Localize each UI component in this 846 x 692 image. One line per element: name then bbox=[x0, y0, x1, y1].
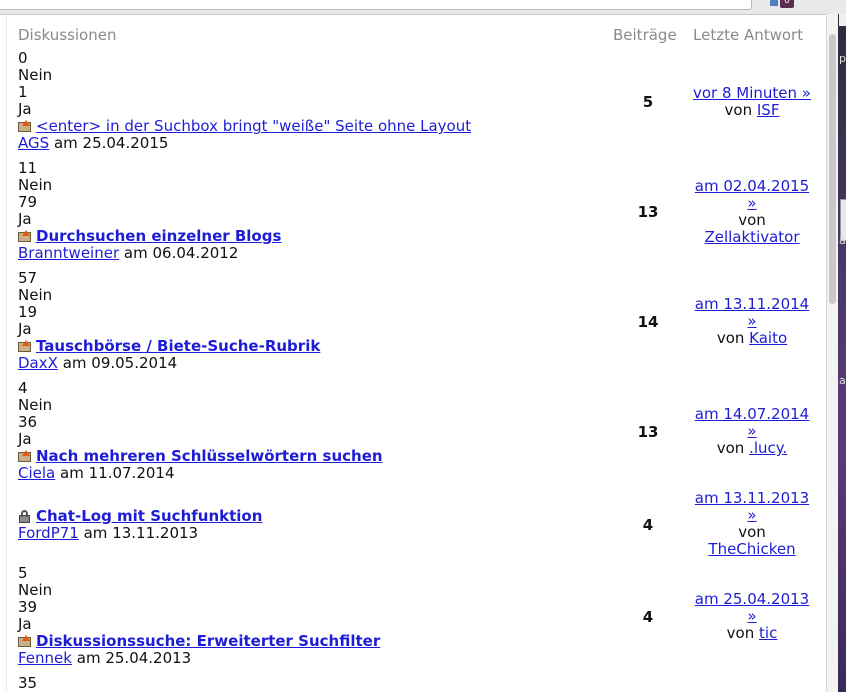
date-prefix: am bbox=[62, 354, 87, 372]
votes-yes-label: Ja bbox=[18, 615, 32, 633]
date-prefix: am bbox=[76, 649, 101, 667]
created-date: 11.07.2014 bbox=[88, 464, 175, 482]
votes-yes-label: Ja bbox=[18, 320, 32, 338]
header-last-reply: Letzte Antwort bbox=[693, 26, 804, 44]
votes-yes-count: 19 bbox=[18, 303, 38, 321]
date-prefix: am bbox=[53, 134, 78, 152]
last-reply-link[interactable]: am 25.04.2013 bbox=[695, 590, 809, 608]
by-label: von bbox=[716, 329, 745, 347]
author-link[interactable]: DaxX bbox=[18, 354, 58, 372]
post-count: 14 bbox=[637, 313, 659, 331]
author-link[interactable]: Branntweiner bbox=[18, 244, 119, 262]
topic-folder-icon bbox=[18, 120, 32, 132]
topic-link[interactable]: Chat-Log mit Suchfunktion bbox=[36, 507, 262, 525]
extension-icon[interactable] bbox=[770, 0, 778, 6]
topic-folder-icon bbox=[18, 230, 32, 242]
browser-toolbar: 0 bbox=[0, 0, 846, 15]
topic-folder-icon bbox=[18, 340, 32, 352]
post-count: 4 bbox=[642, 608, 654, 626]
extension-badge[interactable]: 0 bbox=[780, 0, 794, 8]
topic-link[interactable]: Nach mehreren Schlüsselwörtern suchen bbox=[36, 447, 383, 465]
last-reply-user[interactable]: tic bbox=[759, 624, 777, 642]
last-reply-arrow[interactable]: » bbox=[747, 506, 756, 524]
votes-no-label: Nein bbox=[18, 66, 53, 84]
header-posts: Beiträge bbox=[613, 26, 677, 44]
by-label: von bbox=[716, 439, 745, 457]
last-reply-arrow[interactable]: » bbox=[747, 607, 756, 625]
last-reply-link[interactable]: vor 8 Minuten » bbox=[693, 84, 811, 102]
last-reply-user[interactable]: .lucy. bbox=[749, 439, 787, 457]
post-count: 4 bbox=[642, 516, 654, 534]
topic-folder-icon bbox=[18, 450, 32, 462]
date-prefix: am bbox=[83, 524, 108, 542]
topic-folder-icon bbox=[18, 635, 32, 647]
votes-no-label: Nein bbox=[18, 581, 53, 599]
votes-no-label: Nein bbox=[18, 286, 53, 304]
author-link[interactable]: AGS bbox=[18, 134, 49, 152]
by-label: von bbox=[738, 211, 766, 229]
scrollbar-thumb[interactable] bbox=[829, 34, 836, 304]
by-label: von bbox=[724, 101, 753, 119]
topic-link[interactable]: Durchsuchen einzelner Blogs bbox=[36, 227, 281, 245]
votes-yes-count: 1 bbox=[18, 83, 28, 101]
last-reply-link[interactable]: am 13.11.2013 bbox=[695, 489, 809, 507]
last-reply-link[interactable]: am 14.07.2014 bbox=[695, 405, 809, 423]
desktop-text: p bbox=[839, 52, 846, 65]
post-count: 13 bbox=[637, 203, 659, 221]
votes-no-count: 0 bbox=[18, 49, 28, 67]
created-date: 13.11.2013 bbox=[112, 524, 199, 542]
last-reply-arrow[interactable]: » bbox=[747, 422, 756, 440]
topic-link[interactable]: Tauschbörse / Biete-Suche-Rubrik bbox=[36, 337, 320, 355]
votes-no-count: 35 bbox=[18, 674, 38, 692]
desktop-text: ar bbox=[839, 374, 846, 387]
post-count: 5 bbox=[642, 93, 654, 111]
address-bar[interactable] bbox=[0, 0, 752, 10]
votes-no-label: Nein bbox=[18, 396, 53, 414]
topic-link[interactable]: Diskussionssuche: Erweiterter Suchfilter bbox=[36, 632, 380, 650]
created-date: 25.04.2015 bbox=[82, 134, 169, 152]
by-label: von bbox=[738, 523, 766, 541]
author-link[interactable]: Ciela bbox=[18, 464, 55, 482]
created-date: 25.04.2013 bbox=[105, 649, 192, 667]
author-link[interactable]: Fennek bbox=[18, 649, 72, 667]
last-reply-link[interactable]: am 02.04.2015 bbox=[695, 177, 809, 195]
topic-link[interactable]: <enter> in der Suchbox bringt "weiße" Se… bbox=[36, 117, 471, 135]
votes-yes-count: 36 bbox=[18, 413, 38, 431]
header-discussions: Diskussionen bbox=[18, 26, 117, 44]
last-reply-user[interactable]: Kaito bbox=[749, 329, 787, 347]
votes-no-count: 5 bbox=[18, 564, 28, 582]
last-reply-user[interactable]: Zellaktivator bbox=[704, 228, 799, 246]
votes-no-count: 11 bbox=[18, 159, 38, 177]
post-count: 13 bbox=[637, 423, 659, 441]
votes-no-count: 4 bbox=[18, 379, 28, 397]
votes-yes-label: Ja bbox=[18, 100, 32, 118]
last-reply-link[interactable]: am 13.11.2014 bbox=[695, 295, 809, 313]
last-reply-user[interactable]: TheChicken bbox=[708, 540, 795, 558]
votes-yes-label: Ja bbox=[18, 430, 32, 448]
votes-yes-count: 79 bbox=[18, 193, 38, 211]
last-reply-arrow[interactable]: » bbox=[747, 312, 756, 330]
created-date: 06.04.2012 bbox=[152, 244, 239, 262]
by-label: von bbox=[726, 624, 755, 642]
last-reply-user[interactable]: ISF bbox=[757, 101, 780, 119]
last-reply-arrow[interactable]: » bbox=[747, 194, 756, 212]
date-prefix: am bbox=[60, 464, 84, 482]
author-link[interactable]: FordP71 bbox=[18, 524, 79, 542]
votes-no-count: 57 bbox=[18, 269, 38, 287]
desktop-window-edge bbox=[839, 14, 846, 26]
column-divider bbox=[6, 14, 7, 692]
lock-icon bbox=[18, 510, 32, 523]
votes-yes-count: 39 bbox=[18, 598, 38, 616]
desktop-background: p ar ar bbox=[838, 14, 846, 692]
desktop-text: ar bbox=[839, 234, 846, 247]
votes-no-label: Nein bbox=[18, 176, 53, 194]
votes-yes-label: Ja bbox=[18, 210, 32, 228]
date-prefix: am bbox=[123, 244, 148, 262]
created-date: 09.05.2014 bbox=[91, 354, 178, 372]
